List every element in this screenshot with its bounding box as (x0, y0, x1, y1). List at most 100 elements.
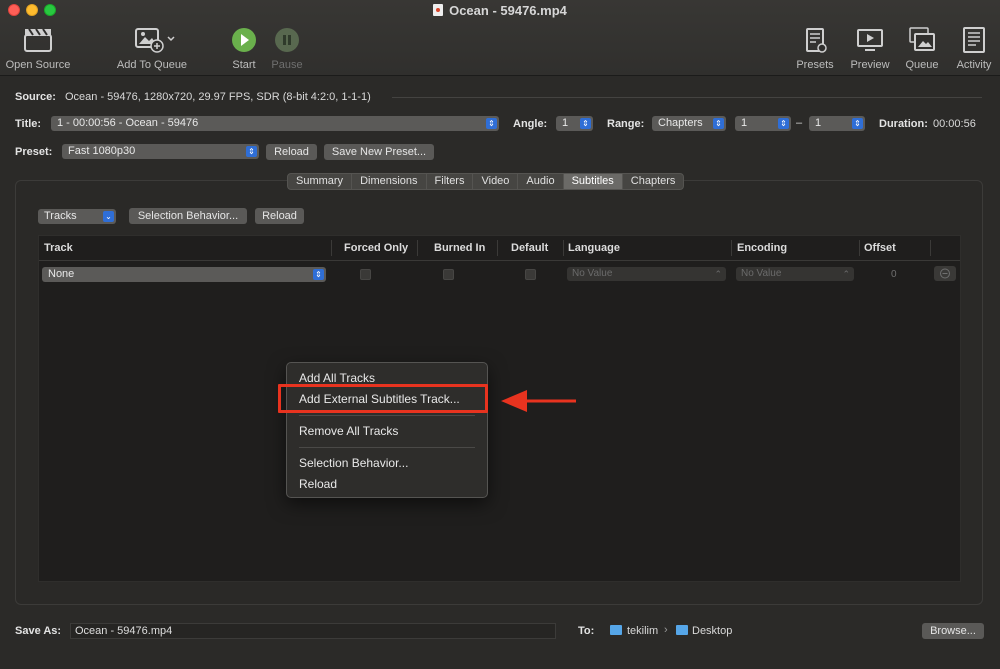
open-source-label: Open Source (5, 59, 71, 71)
add-to-queue-button[interactable]: Add To Queue (112, 24, 192, 71)
range-dash: – (796, 117, 803, 129)
range-start-value: 1 (741, 117, 748, 129)
updown-chevron-icon: ⇕ (246, 146, 257, 157)
title-select-value: 1 - 00:00:56 - Ocean - 59476 (57, 117, 199, 129)
tab-chapters[interactable]: Chapters (623, 174, 684, 189)
offset-value: 0 (891, 269, 897, 280)
subtitles-reload-button[interactable]: Reload (255, 208, 304, 224)
language-select[interactable]: No Value ⌃ (567, 267, 726, 281)
tab-dimensions[interactable]: Dimensions (352, 174, 427, 189)
open-source-button[interactable]: Open Source (4, 24, 72, 71)
tab-summary[interactable]: Summary (288, 174, 353, 189)
save-as-field[interactable]: Ocean - 59476.mp4 (70, 623, 556, 639)
column-divider (563, 240, 564, 256)
play-icon (232, 28, 256, 52)
updown-chevron-icon: ⇕ (778, 118, 789, 129)
preset-reload-button[interactable]: Reload (266, 144, 317, 160)
menu-item-remove-all-tracks[interactable]: Remove All Tracks (299, 424, 398, 438)
tab-bar: Summary Dimensions Filters Video Audio S… (287, 173, 685, 190)
tracks-context-menu: Add All Tracks Add External Subtitles Tr… (286, 362, 488, 498)
ellipsis-icon (940, 268, 950, 279)
preset-select-value: Fast 1080p30 (68, 145, 136, 157)
window-title-text: Ocean - 59476.mp4 (449, 3, 567, 18)
start-button[interactable]: Start (226, 24, 262, 71)
column-default: Default (511, 242, 549, 254)
source-info: Ocean - 59476, 1280x720, 29.97 FPS, SDR … (65, 91, 371, 103)
encoding-select-value: No Value (741, 268, 782, 279)
browse-button[interactable]: Browse... (922, 623, 984, 639)
updown-chevron-icon: ⌃ (842, 269, 850, 279)
preview-label: Preview (850, 59, 890, 71)
range-mode-value: Chapters (658, 117, 703, 129)
column-divider (731, 240, 732, 256)
path-separator: › (664, 624, 668, 636)
tracks-menu-label: Tracks (44, 210, 77, 222)
preset-label: Preset: (15, 146, 53, 158)
updown-chevron-icon: ⇕ (313, 269, 324, 280)
menu-item-add-all-tracks[interactable]: Add All Tracks (299, 371, 375, 385)
preview-icon (857, 29, 883, 51)
tab-video[interactable]: Video (473, 174, 519, 189)
updown-chevron-icon: ⇕ (852, 118, 863, 129)
updown-chevron-icon: ⇕ (580, 118, 591, 129)
preset-select[interactable]: Fast 1080p30 ⇕ (62, 144, 259, 159)
queue-label: Queue (905, 59, 939, 71)
window-title: Ocean - 59476.mp4 (0, 3, 1000, 18)
range-start-select[interactable]: 1 ⇕ (735, 116, 791, 131)
track-options-button[interactable] (934, 266, 956, 281)
menu-item-selection-behavior[interactable]: Selection Behavior... (299, 456, 408, 470)
menu-separator (299, 415, 475, 416)
encoding-select[interactable]: No Value ⌃ (736, 267, 854, 281)
tab-audio[interactable]: Audio (518, 174, 564, 189)
angle-select[interactable]: 1 ⇕ (556, 116, 593, 131)
path-item-desktop[interactable]: Desktop (692, 625, 732, 637)
presets-label: Presets (796, 59, 834, 71)
range-end-value: 1 (815, 117, 822, 129)
updown-chevron-icon: ⌃ (714, 269, 722, 279)
selection-behavior-button[interactable]: Selection Behavior... (129, 208, 247, 224)
source-divider (392, 97, 982, 98)
angle-label: Angle: (513, 118, 548, 130)
activity-button[interactable]: Activity (953, 24, 995, 71)
destination-label: To: (578, 625, 595, 637)
title-select[interactable]: 1 - 00:00:56 - Ocean - 59476 ⇕ (51, 116, 499, 131)
menu-item-reload[interactable]: Reload (299, 477, 337, 491)
tab-subtitles[interactable]: Subtitles (563, 174, 623, 189)
window-toolbar: Ocean - 59476.mp4 Open Source Add To Que… (0, 0, 1000, 76)
tab-filters[interactable]: Filters (427, 174, 474, 189)
tracks-menu-button[interactable]: Tracks ⌄ (38, 209, 116, 224)
preview-button[interactable]: Preview (847, 24, 893, 71)
column-burned-in: Burned In (434, 242, 486, 254)
clapperboard-icon (24, 28, 52, 52)
queue-button[interactable]: Queue (901, 24, 943, 71)
range-end-select[interactable]: 1 ⇕ (809, 116, 865, 131)
column-offset: Offset (864, 242, 896, 254)
save-as-label: Save As: (15, 625, 62, 637)
add-to-queue-icon (135, 28, 175, 53)
title-label: Title: (15, 118, 42, 130)
save-new-preset-button[interactable]: Save New Preset... (324, 144, 434, 160)
folder-icon (676, 625, 688, 635)
column-divider (497, 240, 498, 256)
default-checkbox[interactable] (525, 269, 536, 280)
track-select[interactable]: None ⇕ (42, 267, 326, 282)
duration-label: Duration: (879, 118, 928, 130)
forced-only-checkbox[interactable] (360, 269, 371, 280)
duration-value: 00:00:56 (933, 118, 976, 130)
presets-icon (806, 28, 827, 53)
annotation-arrow-icon (501, 390, 576, 412)
path-item-tekilim[interactable]: tekilim (627, 625, 658, 637)
queue-icon (909, 27, 935, 51)
add-to-queue-label: Add To Queue (116, 59, 188, 71)
range-mode-select[interactable]: Chapters ⇕ (652, 116, 726, 131)
pause-button[interactable]: Pause (269, 24, 305, 71)
column-divider (930, 240, 931, 256)
presets-button[interactable]: Presets (793, 24, 837, 71)
column-divider (859, 240, 860, 256)
chevron-down-icon: ⌄ (103, 211, 114, 222)
source-label: Source: (15, 91, 56, 103)
column-track: Track (44, 242, 73, 254)
start-label: Start (232, 59, 256, 71)
burned-in-checkbox[interactable] (443, 269, 454, 280)
range-label: Range: (607, 118, 645, 130)
